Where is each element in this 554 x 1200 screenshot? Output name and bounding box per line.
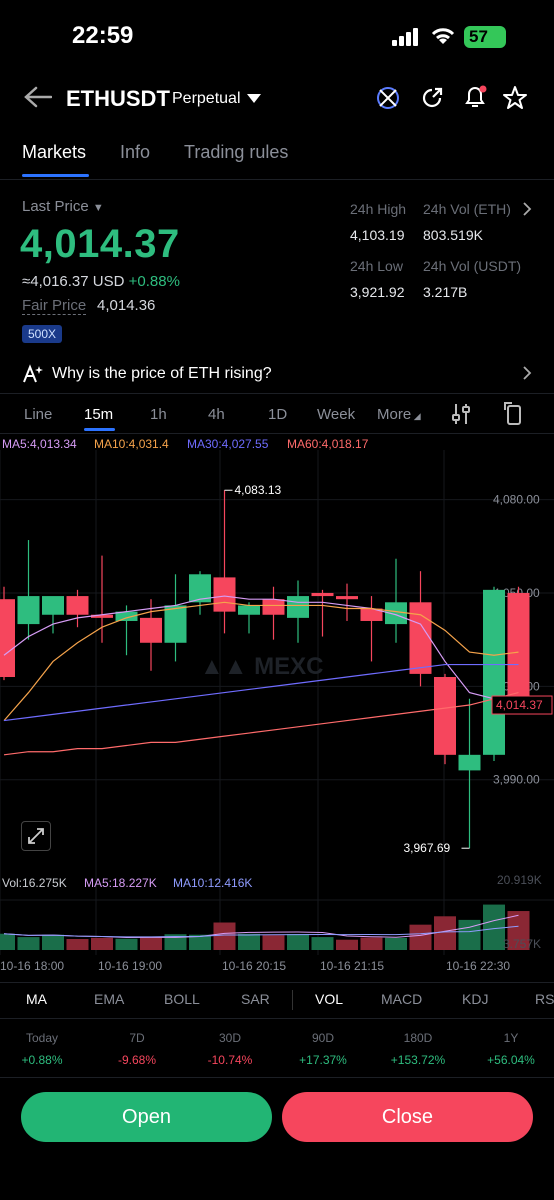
candle-body [409,602,432,674]
volume-bar [385,937,407,950]
performance-label: Today [25,1031,59,1045]
time-axis-label: 10-16 19:00 [98,959,162,973]
performance-value: +17.37% [299,1053,347,1067]
divider [0,982,554,983]
time-axis-label: 10-16 18:00 [0,959,64,973]
volume-bar [0,933,15,950]
low-marker-label: 3,967.69 [404,841,451,855]
performance-label: 7D [129,1031,145,1045]
candlestick-chart[interactable]: 4,080.004,050.004,020.003,990.004,083.13… [0,0,554,990]
time-axis-label: 10-16 21:15 [320,959,384,973]
indicator-kdj[interactable]: KDJ [462,991,488,1007]
indicator-sar[interactable]: SAR [241,991,270,1007]
price-tick-label: 4,080.00 [493,493,540,507]
candle-body [42,596,64,615]
divider [292,990,293,1010]
indicator-vol[interactable]: VOL [315,991,343,1007]
candle-body [140,617,162,643]
time-axis-label: 10-16 20:15 [222,959,286,973]
volume-bar [262,935,285,950]
expand-chart-button[interactable] [21,821,51,851]
indicator-rsi[interactable]: RS [535,991,554,1007]
expand-icon [28,828,44,844]
candle-body [287,596,309,618]
volume-legend: Vol:16.275K [2,876,67,890]
high-marker-label: 4,083.13 [235,483,282,497]
performance-value: +56.04% [487,1053,535,1067]
indicator-ma[interactable]: MA [26,991,47,1007]
indicator-boll[interactable]: BOLL [164,991,200,1007]
close-button[interactable]: Close [282,1092,533,1142]
volume-bar [140,936,162,950]
volume-min-label: 3.757K [503,937,541,951]
volume-bar [213,922,236,950]
current-price-label: 4,014.37 [496,698,543,712]
volume-bar [238,933,260,950]
volume-bar [458,919,481,950]
indicator-macd[interactable]: MACD [381,991,422,1007]
performance-value: -10.74% [207,1053,253,1067]
candle-body [17,596,40,625]
time-axis-label: 10-16 22:30 [446,959,510,973]
candle-body [458,754,481,771]
divider [0,1018,554,1019]
volume-bar [42,934,64,950]
volume-ma5-legend: MA5:18.227K [84,876,157,890]
candle-body [238,605,260,615]
performance-value: -9.68% [117,1053,157,1067]
candle-body [434,677,456,755]
candle-body [66,596,89,615]
candle-body [336,596,358,600]
performance-label: 90D [311,1031,334,1045]
performance-label: 30D [218,1031,241,1045]
watermark-logo: ▲▲ MEXC [200,653,324,680]
candle-body [262,599,285,615]
performance-value: +153.72% [390,1053,446,1067]
performance-label: 180D [403,1031,433,1045]
candle-body [164,605,187,643]
volume-bar [311,937,334,950]
volume-bar [434,916,456,950]
performance-value: +0.88% [21,1053,63,1067]
volume-max-label: 20.919K [497,873,542,887]
candle-body [311,592,334,597]
volume-bar [336,939,358,950]
volume-ma10-legend: MA10:12.416K [173,876,253,890]
volume-bar [287,933,309,950]
volume-bar [66,939,89,950]
candle-body [213,577,236,612]
volume-bar [17,937,40,950]
candle-body [0,599,15,678]
candle-body [483,589,505,755]
price-tick-label: 3,990.00 [493,773,540,787]
volume-bar [409,924,432,950]
volume-bar [483,904,505,950]
volume-bar [360,937,383,950]
divider [0,1077,554,1078]
open-button[interactable]: Open [21,1092,272,1142]
volume-bar [91,937,113,950]
volume-bar [115,938,138,950]
candle-body [507,592,530,706]
indicator-ema[interactable]: EMA [94,991,124,1007]
performance-label: 1Y [503,1031,519,1045]
